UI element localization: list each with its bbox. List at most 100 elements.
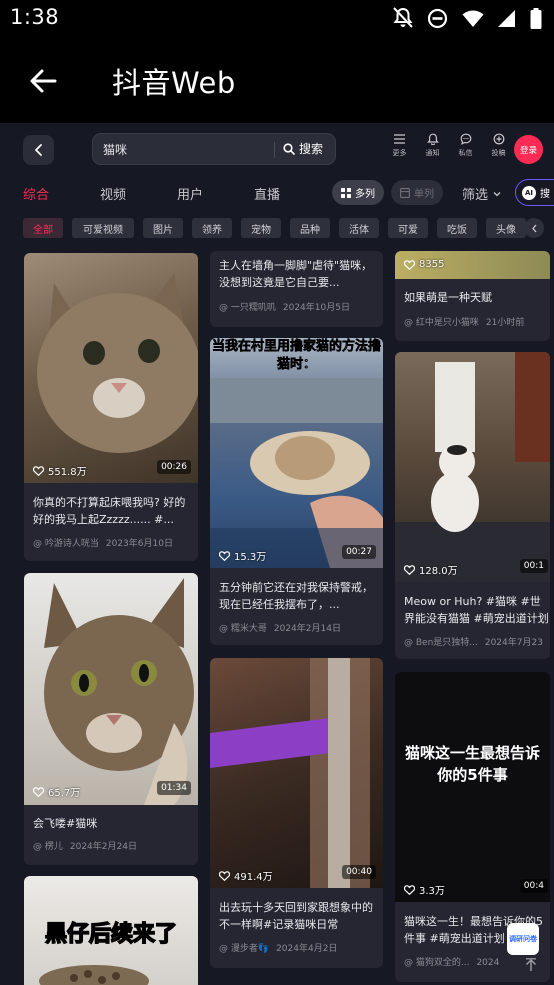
video-date: 2024年7月23 bbox=[484, 638, 543, 648]
chip-pets[interactable]: 宠物 bbox=[241, 218, 281, 238]
video-card[interactable]: 551.8万 00:26 你真的不打算起床喂我吗? 好的好的我马上起Zzzzz.… bbox=[24, 253, 198, 561]
video-title[interactable]: 主人在墙角一脚脚"虐待"猫咪，没想到这竟是它自己要... bbox=[219, 257, 377, 291]
video-author[interactable]: @ 糯米大哥 bbox=[219, 624, 267, 634]
like-count-text: 65.7万 bbox=[48, 788, 81, 799]
video-title[interactable]: 你真的不打算起床喂我吗? 好的好的我马上起Zzzzz...... #... bbox=[33, 494, 188, 528]
video-thumbnail[interactable]: 猫咪这一生最想告诉你的5件事 3.3万 00:4 bbox=[395, 672, 550, 902]
video-meta: @ Ben是只独特... 2024年7月23 bbox=[404, 635, 550, 648]
like-count: 128.0万 bbox=[404, 562, 458, 577]
view-single-column-button[interactable]: 单列 bbox=[391, 180, 443, 205]
video-thumbnail[interactable]: 65.7万 01:34 bbox=[24, 573, 198, 805]
video-card[interactable]: 65.7万 01:34 会飞喽#猫咪 @ 楞儿 2024年2月24日 bbox=[24, 573, 198, 865]
view-multi-column-button[interactable]: 多列 bbox=[332, 180, 384, 205]
bell-icon bbox=[426, 133, 439, 145]
chip-adopt[interactable]: 领养 bbox=[192, 218, 232, 238]
nav-more[interactable]: 更多 bbox=[383, 133, 416, 158]
search-input[interactable]: 猫咪 bbox=[103, 141, 127, 158]
chip-live-animals[interactable]: 活体 bbox=[339, 218, 379, 238]
grid-icon bbox=[341, 187, 351, 198]
heart-icon bbox=[404, 884, 415, 895]
cat-photo bbox=[395, 352, 550, 582]
ai-search-button[interactable]: AI 搜 bbox=[515, 179, 554, 206]
chip-cute-videos[interactable]: 可爱视频 bbox=[72, 218, 134, 238]
video-author[interactable]: @ 红中是只小猫咪 bbox=[404, 318, 479, 328]
video-author[interactable]: @ 猫狗双全的... bbox=[404, 958, 469, 968]
tab-all[interactable]: 综合 bbox=[23, 184, 49, 203]
heart-icon bbox=[219, 870, 230, 881]
tab-videos[interactable]: 视频 bbox=[100, 184, 126, 203]
like-count: 3.3万 bbox=[404, 882, 445, 897]
video-date: 21小时前 bbox=[485, 318, 525, 328]
video-author[interactable]: @ 漫步者👣 bbox=[219, 944, 269, 954]
video-card[interactable]: 主人在墙角一脚脚"虐待"猫咪，没想到这竟是它自己要... @ 一只糯叽叽 2024… bbox=[210, 251, 383, 327]
video-date: 2024年2月14日 bbox=[273, 624, 341, 634]
video-date: 2024 bbox=[476, 958, 500, 968]
like-count-text: 491.4万 bbox=[234, 872, 273, 883]
nav-notifications-label: 通知 bbox=[425, 149, 440, 157]
login-button[interactable]: 登录 bbox=[514, 135, 543, 164]
status-icons bbox=[393, 7, 542, 29]
video-author[interactable]: @ Ben是只独特... bbox=[404, 638, 478, 648]
web-top-bar: 猫咪 搜索 更多 通知 私信 投稿 登录 bbox=[0, 123, 554, 179]
scroll-to-top-button[interactable] bbox=[522, 955, 540, 975]
video-title[interactable]: 如果萌是一种天赋 bbox=[404, 289, 549, 306]
search-icon bbox=[283, 142, 295, 155]
video-author[interactable]: @ 一只糯叽叽 bbox=[219, 303, 276, 313]
video-thumbnail[interactable]: 当我在村里用撸家猫的方法撸猫时： 15.3万 00:27 bbox=[210, 338, 383, 568]
back-arrow-icon[interactable] bbox=[28, 66, 58, 96]
video-author[interactable]: @ 楞儿 bbox=[33, 842, 63, 852]
video-meta: @ 一只糯叽叽 2024年10月5日 bbox=[219, 300, 379, 313]
tab-live[interactable]: 直播 bbox=[254, 184, 280, 203]
video-title[interactable]: 出去玩十多天回到家跟想象中的不一样啊#记录猫咪日常 bbox=[219, 899, 377, 933]
chip-eating[interactable]: 吃饭 bbox=[437, 218, 477, 238]
chip-all[interactable]: 全部 bbox=[23, 218, 63, 238]
chevron-left-icon bbox=[531, 224, 536, 232]
video-author[interactable]: @ 吟游诗人咣当 bbox=[33, 539, 99, 549]
survey-float-button[interactable]: 调研问卷 bbox=[507, 923, 539, 955]
video-thumbnail[interactable]: 黑仔后续来了 bbox=[24, 876, 198, 985]
chip-cute[interactable]: 可爱 bbox=[388, 218, 428, 238]
chip-avatar[interactable]: 头像 bbox=[486, 218, 526, 238]
like-count-text: 128.0万 bbox=[419, 566, 458, 577]
like-count-text: 551.8万 bbox=[48, 467, 87, 478]
chevron-left-icon bbox=[34, 144, 42, 156]
video-card[interactable]: 128.0万 00:1 Meow or Huh? #猫咪 #世界能没有猫猫 #萌… bbox=[395, 352, 550, 659]
battery-icon bbox=[530, 7, 542, 29]
video-thumbnail[interactable]: 8355 bbox=[395, 251, 550, 279]
chips-scroll-button[interactable] bbox=[524, 218, 544, 238]
web-back-button[interactable] bbox=[23, 135, 54, 165]
nav-notifications[interactable]: 通知 bbox=[416, 133, 449, 158]
video-thumbnail[interactable]: 128.0万 00:1 bbox=[395, 352, 550, 582]
video-duration: 00:40 bbox=[342, 865, 376, 879]
video-title[interactable]: 五分钟前它还在对我保持警戒，现在已经任我摆布了，... bbox=[219, 579, 377, 613]
video-duration: 00:27 bbox=[342, 545, 376, 559]
heart-icon bbox=[33, 465, 44, 476]
search-button[interactable]: 搜索 bbox=[283, 140, 323, 157]
video-card[interactable]: 黑仔后续来了 bbox=[24, 876, 198, 985]
web-view: 猫咪 搜索 更多 通知 私信 投稿 登录 综合 视频 用户 直播 多列 单列 筛… bbox=[0, 123, 554, 985]
search-box[interactable]: 猫咪 搜索 bbox=[92, 133, 336, 165]
video-title[interactable]: 会飞喽#猫咪 bbox=[33, 815, 188, 832]
filter-label: 筛选 bbox=[462, 188, 489, 203]
video-title[interactable]: Meow or Huh? #猫咪 #世界能没有猫猫 #萌宠出道计划 bbox=[404, 593, 549, 627]
nav-messages[interactable]: 私信 bbox=[449, 133, 482, 158]
video-meta: @ 漫步者👣 2024年4月2日 bbox=[219, 941, 379, 954]
video-overlay-text: 猫咪这一生最想告诉你的5件事 bbox=[404, 744, 540, 784]
like-count: 15.3万 bbox=[219, 548, 266, 563]
video-card[interactable]: 当我在村里用撸家猫的方法撸猫时： 15.3万 00:27 五分钟前它还在对我保持… bbox=[210, 338, 383, 645]
video-card[interactable]: 491.4万 00:40 出去玩十多天回到家跟想象中的不一样啊#记录猫咪日常 @… bbox=[210, 658, 383, 968]
filter-dropdown[interactable]: 筛选 bbox=[462, 184, 501, 203]
app-bar: 抖音Web bbox=[0, 38, 554, 123]
tab-users[interactable]: 用户 bbox=[177, 184, 203, 203]
video-card[interactable]: 8355 如果萌是一种天赋 @ 红中是只小猫咪 21小时前 bbox=[395, 251, 550, 341]
video-meta: @ 糯米大哥 2024年2月14日 bbox=[219, 621, 379, 634]
video-thumbnail[interactable]: 491.4万 00:40 bbox=[210, 658, 383, 888]
nav-upload[interactable]: 投稿 bbox=[482, 133, 515, 158]
chip-images[interactable]: 图片 bbox=[143, 218, 183, 238]
search-button-label: 搜索 bbox=[299, 142, 324, 156]
like-count: 491.4万 bbox=[219, 868, 273, 883]
search-divider bbox=[274, 142, 275, 158]
video-thumbnail[interactable]: 551.8万 00:26 bbox=[24, 253, 198, 483]
chip-breeds[interactable]: 品种 bbox=[290, 218, 330, 238]
food-bowl-photo bbox=[39, 965, 149, 985]
